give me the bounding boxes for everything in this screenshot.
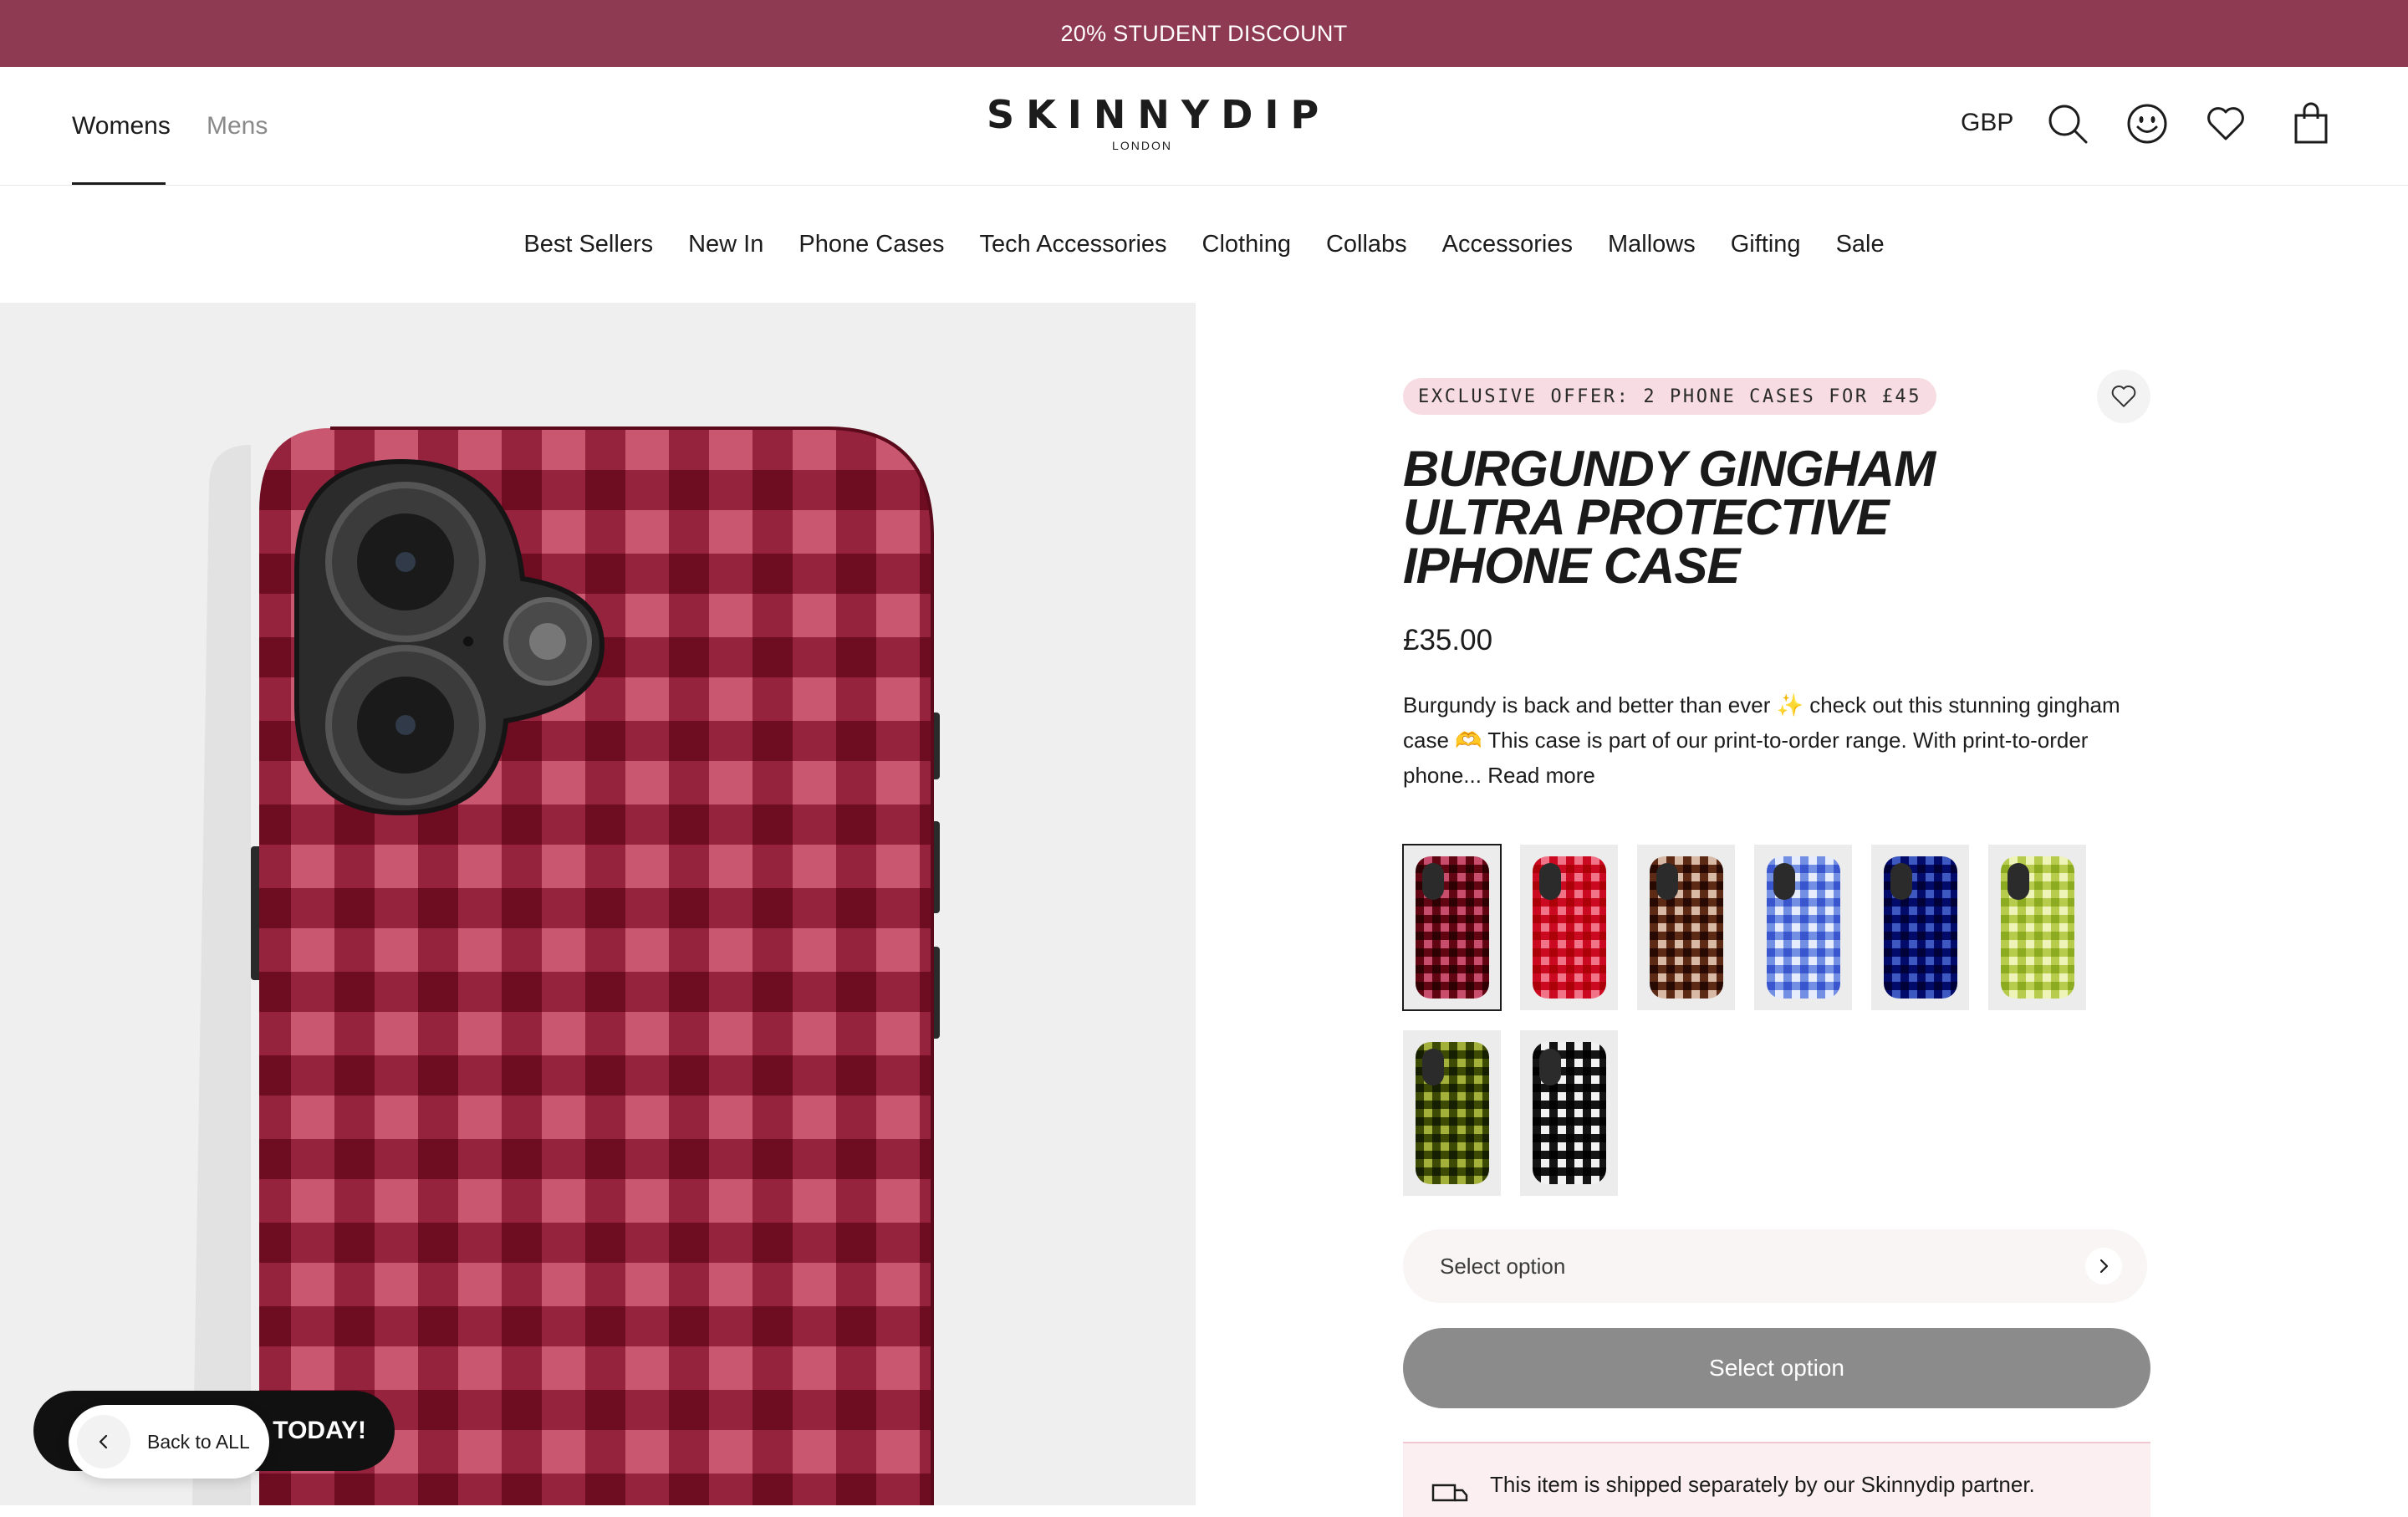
- announcement-text: 20% STUDENT DISCOUNT: [1060, 20, 1348, 46]
- colour-swatch[interactable]: [1520, 845, 1618, 1010]
- swatch-case-thumbnail: [1532, 1042, 1606, 1184]
- colour-swatch[interactable]: [1988, 845, 2086, 1010]
- camera-icon: [1421, 863, 1444, 900]
- site-header: Womens Mens SKINNYDIP LONDON GBP: [0, 67, 2408, 186]
- colour-swatch[interactable]: [1637, 845, 1735, 1010]
- chevron-left-icon: [77, 1415, 130, 1468]
- title-line-3: IPHONE CASE: [1403, 538, 1740, 594]
- product-image[interactable]: [0, 303, 1196, 1505]
- title-line-2: ULTRA PROTECTIVE: [1403, 489, 1890, 545]
- nav-best-sellers[interactable]: Best Sellers: [523, 231, 653, 258]
- nav-phone-cases[interactable]: Phone Cases: [798, 231, 944, 258]
- nav-mallows[interactable]: Mallows: [1608, 231, 1696, 258]
- colour-swatch[interactable]: [1871, 845, 1969, 1010]
- main-nav: Best Sellers New In Phone Cases Tech Acc…: [0, 186, 2408, 303]
- back-label: Back to ALL: [147, 1430, 250, 1453]
- phone-case-image: [192, 426, 940, 1505]
- logo-sub: LONDON: [1112, 139, 1172, 152]
- swatch-case-thumbnail: [1532, 856, 1606, 999]
- announcement-bar[interactable]: 20% STUDENT DISCOUNT: [0, 0, 2408, 67]
- truck-icon: [1431, 1484, 1468, 1502]
- nav-gifting[interactable]: Gifting: [1731, 231, 1801, 258]
- add-to-cart-button[interactable]: Select option: [1403, 1328, 2150, 1408]
- bag-icon[interactable]: [2289, 102, 2333, 146]
- shipping-note: This item is shipped separately by our S…: [1490, 1472, 2035, 1497]
- heart-hands-emoji-icon: 🫶: [1455, 728, 1482, 753]
- logo-word: SKINNYDIP: [987, 92, 1331, 137]
- back-button[interactable]: Back to ALL: [69, 1405, 269, 1479]
- currency-selector[interactable]: GBP: [1961, 109, 2013, 137]
- swatch-case-thumbnail: [1883, 856, 1957, 999]
- colour-swatch[interactable]: [1754, 845, 1852, 1010]
- nav-sale[interactable]: Sale: [1836, 231, 1885, 258]
- nav-tech-accessories[interactable]: Tech Accessories: [980, 231, 1167, 258]
- logo[interactable]: SKINNYDIP LONDON: [987, 92, 1331, 152]
- tab-womens[interactable]: Womens: [72, 67, 171, 186]
- wishlist-button[interactable]: [2097, 370, 2150, 423]
- nav-clothing[interactable]: Clothing: [1202, 231, 1291, 258]
- shipping-note-box: This item is shipped separately by our S…: [1403, 1442, 2150, 1517]
- camera-icon: [1890, 863, 1912, 900]
- camera-icon: [1773, 863, 1795, 900]
- camera-icon: [1538, 1049, 1561, 1085]
- desc-text-1: Burgundy is back and better than ever: [1403, 692, 1771, 718]
- wishlist-heart-icon[interactable]: [2204, 102, 2247, 146]
- swatch-case-thumbnail: [1415, 1042, 1489, 1184]
- sparkle-emoji-icon: ✨: [1776, 692, 1803, 718]
- chevron-right-icon: [2085, 1248, 2122, 1285]
- heart-icon: [2111, 386, 2136, 407]
- product-title: BURGUNDY GINGHAM ULTRA PROTECTIVE IPHONE…: [1403, 441, 2038, 594]
- swatch-case-thumbnail: [1766, 856, 1840, 999]
- swatch-case-thumbnail: [1415, 856, 1489, 999]
- colour-swatch[interactable]: [1520, 1030, 1618, 1196]
- read-more-link[interactable]: Read more: [1487, 763, 1595, 788]
- option-select-placeholder: Select option: [1440, 1253, 1566, 1279]
- nav-new-in[interactable]: New In: [688, 231, 763, 258]
- colour-swatch[interactable]: [1403, 1030, 1501, 1196]
- product-description: Burgundy is back and better than ever ✨ …: [1403, 687, 2147, 793]
- swatch-case-thumbnail: [1649, 856, 1723, 999]
- option-select[interactable]: Select option: [1403, 1229, 2147, 1303]
- account-smiley-icon[interactable]: [2125, 102, 2169, 146]
- nav-accessories[interactable]: Accessories: [1442, 231, 1573, 258]
- title-line-1: BURGUNDY GINGHAM: [1403, 441, 1936, 497]
- product-price: £35.00: [1403, 624, 1493, 656]
- colour-swatch[interactable]: [1402, 844, 1502, 1011]
- search-icon[interactable]: [2046, 102, 2089, 146]
- camera-icon: [1421, 1049, 1444, 1085]
- swatch-case-thumbnail: [2000, 856, 2074, 999]
- active-tab-underline: [72, 182, 166, 185]
- offer-badge: EXCLUSIVE OFFER: 2 PHONE CASES FOR £45: [1403, 378, 1937, 415]
- camera-icon: [1656, 863, 1678, 900]
- camera-icon: [1538, 863, 1561, 900]
- tab-mens[interactable]: Mens: [207, 67, 268, 186]
- nav-collabs[interactable]: Collabs: [1326, 231, 1407, 258]
- camera-icon: [2007, 863, 2029, 900]
